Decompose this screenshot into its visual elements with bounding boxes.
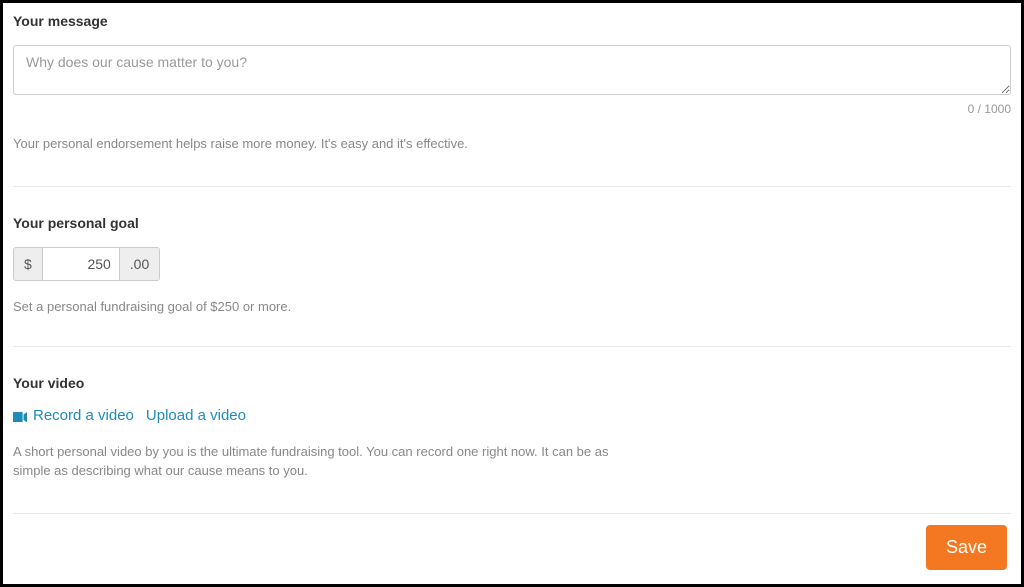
message-help-text: Your personal endorsement helps raise mo… <box>13 134 633 154</box>
upload-video-label: Upload a video <box>146 407 246 424</box>
video-links: Record a video Upload a video <box>13 407 1011 424</box>
save-button[interactable]: Save <box>926 525 1007 570</box>
upload-video-link[interactable]: Upload a video <box>146 407 246 424</box>
currency-addon: $ <box>14 248 43 280</box>
video-section: Your video Record a video Upload a video… <box>13 375 1011 514</box>
goal-section: Your personal goal $ .00 Set a personal … <box>13 215 1011 347</box>
goal-amount-input[interactable] <box>43 248 119 280</box>
goal-title: Your personal goal <box>13 215 1011 231</box>
cents-addon: .00 <box>119 248 159 280</box>
goal-input-group: $ .00 <box>13 247 160 281</box>
message-section: Your message 0 / 1000 Your personal endo… <box>13 13 1011 187</box>
goal-help-text: Set a personal fundraising goal of $250 … <box>13 299 1011 314</box>
video-help-text: A short personal video by you is the ult… <box>13 442 633 481</box>
record-video-label: Record a video <box>33 407 134 424</box>
message-textarea[interactable] <box>13 45 1011 95</box>
message-char-counter: 0 / 1000 <box>13 102 1011 116</box>
message-title: Your message <box>13 13 1011 29</box>
video-title: Your video <box>13 375 1011 391</box>
video-camera-icon <box>13 409 27 421</box>
record-video-link[interactable]: Record a video <box>13 407 134 424</box>
footer: Save <box>926 525 1007 570</box>
